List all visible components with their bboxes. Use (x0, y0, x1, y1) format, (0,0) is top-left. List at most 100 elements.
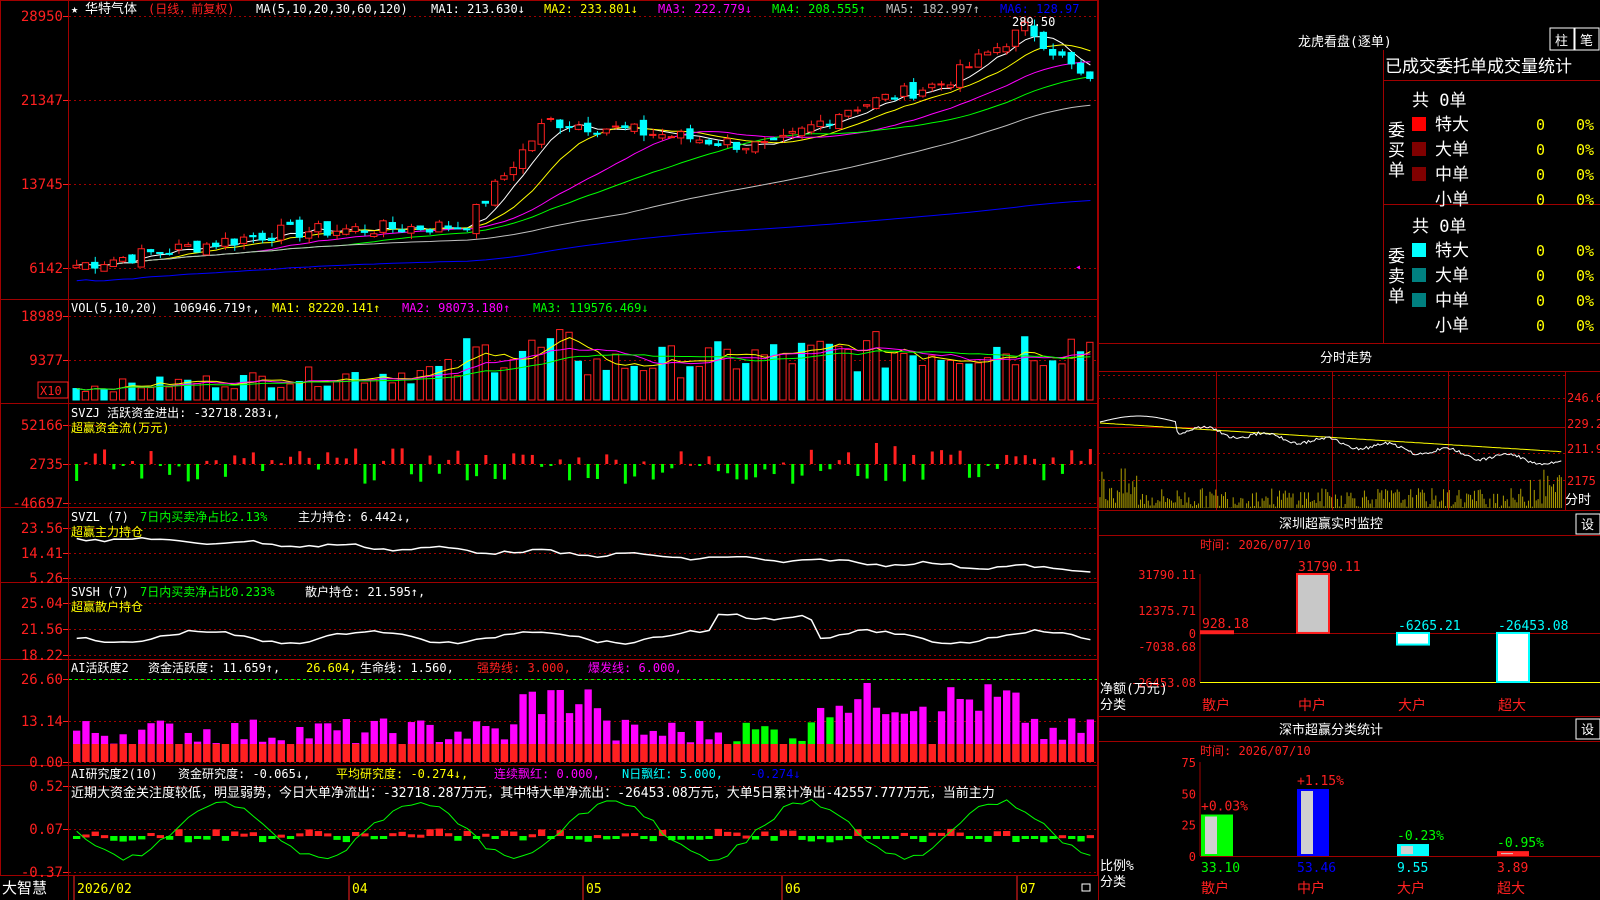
classify-ylabel: 比例% (1100, 859, 1134, 874)
scroll-marker[interactable]: ◂ (1075, 262, 1081, 273)
flow-bar (763, 464, 767, 470)
candle-body (277, 224, 285, 241)
activity-base (631, 744, 639, 762)
volume-bar (100, 388, 108, 401)
longhu-tabs[interactable]: 已成交委托单成交量统计 (1385, 57, 1572, 77)
activity-base (584, 744, 592, 762)
candle-body (974, 53, 982, 68)
ma6-line (76, 200, 1091, 282)
flow-bar (614, 459, 618, 464)
monitor-time: 时间: 2026/07/10 (1200, 538, 1311, 552)
flow-bar (521, 454, 525, 464)
candle-body (593, 132, 601, 135)
y-tick-label: 13745 (21, 177, 63, 193)
classify-bar-shine (1205, 816, 1217, 854)
flow-bar (344, 458, 348, 464)
side-label-char: 卖 (1388, 267, 1405, 287)
flow-bar (130, 461, 134, 464)
candle-body (481, 200, 490, 204)
flow-bar (382, 460, 386, 464)
activity-base (612, 744, 620, 762)
volume-bar (184, 379, 192, 401)
activity-base (975, 744, 983, 762)
activity-axis: 26.60 13.14 0.00 (21, 672, 68, 771)
flow-bar (1088, 448, 1092, 464)
classify-pct-label: +0.03% (1201, 800, 1248, 815)
stock-name[interactable]: 华特气体 (85, 1, 137, 17)
volume-bar (91, 385, 99, 401)
flow-bar (475, 464, 479, 477)
activity-base (649, 744, 657, 762)
y-tick-label: 52166 (21, 418, 63, 434)
activity-base (166, 744, 174, 762)
volume-bar (872, 331, 880, 401)
y-tick-label: 13.14 (21, 714, 63, 730)
side-label-char: 委 (1388, 121, 1405, 141)
activity-bars (73, 682, 1094, 762)
candle-body (221, 237, 229, 247)
research-bar (73, 836, 81, 839)
classify-share-label: 3.89 (1497, 861, 1528, 876)
flow-bar (279, 463, 283, 466)
volume-bar (909, 355, 917, 401)
bar-mode-label: 柱 (1555, 34, 1568, 49)
order-type: 中单 (1435, 291, 1469, 311)
candle-body (267, 237, 276, 241)
activity-base (1040, 744, 1048, 762)
flow-bar (949, 454, 953, 464)
research-bar (426, 829, 434, 836)
volume-bar (230, 388, 238, 401)
ai1-life: 生命线: 1.560, (360, 660, 454, 675)
volume-bar (918, 364, 927, 401)
research-bar (882, 836, 890, 839)
activity-base (984, 744, 992, 762)
flow-bar (186, 464, 190, 482)
activity-base (147, 744, 155, 762)
activity-base (231, 744, 239, 762)
order-percent: 0% (1576, 116, 1594, 134)
period-label[interactable]: (日线，前复权) (148, 1, 234, 16)
research-bar (240, 833, 248, 837)
flow-bar (1042, 464, 1046, 481)
candle-body (212, 242, 220, 248)
activity-base (221, 744, 230, 762)
ai1-value: 资金活跃度: 11.659↑, (148, 660, 280, 675)
candle-body (807, 124, 815, 133)
research-bar (305, 829, 313, 836)
research-bar (984, 836, 992, 842)
candle-body (202, 243, 210, 256)
candle-body (621, 125, 629, 129)
ma5-value: MA5: 182.997↑ (886, 2, 980, 16)
activity-base (686, 744, 695, 762)
volume-bar (351, 372, 359, 401)
svsh-subtitle: 超赢散户持仓 (71, 599, 143, 614)
activity-base (519, 744, 527, 762)
activity-base (370, 744, 378, 762)
research-bar (649, 836, 657, 842)
flow-bar (1070, 450, 1074, 464)
research-bar (212, 829, 220, 836)
volume-bar (239, 375, 248, 401)
monitor-category: 散户 (1202, 697, 1230, 714)
candle-body (1086, 71, 1094, 79)
research-bar (184, 836, 192, 843)
volume-panel: 18989 9377 X10 VOL(5,10,20) 106946.719↑, … (21, 301, 1097, 401)
flow-bar (419, 464, 423, 482)
research-bar (742, 835, 750, 839)
volume-bar (770, 344, 778, 401)
flow-bar (493, 464, 497, 479)
flow-bar (698, 464, 702, 466)
ai2-commentary: 近期大资金关注度较低，明显弱势，今日大单净流出：-32718.287万元，其中特… (71, 785, 995, 801)
research-bar (221, 836, 230, 841)
research-bar (482, 833, 490, 837)
flow-bar (75, 464, 79, 481)
brand-label[interactable]: 大智慧 (2, 879, 47, 897)
candle-body (797, 127, 806, 137)
price-legend: ★ 华特气体 (日线，前复权) MA(5,10,20,30,60,120) MA… (71, 1, 1079, 17)
retail-line (76, 613, 1091, 645)
lock-icon[interactable] (1081, 883, 1091, 892)
activity-base (193, 744, 202, 762)
volume-bar (658, 346, 666, 401)
flow-bar (651, 464, 655, 480)
activity-base (510, 744, 518, 762)
